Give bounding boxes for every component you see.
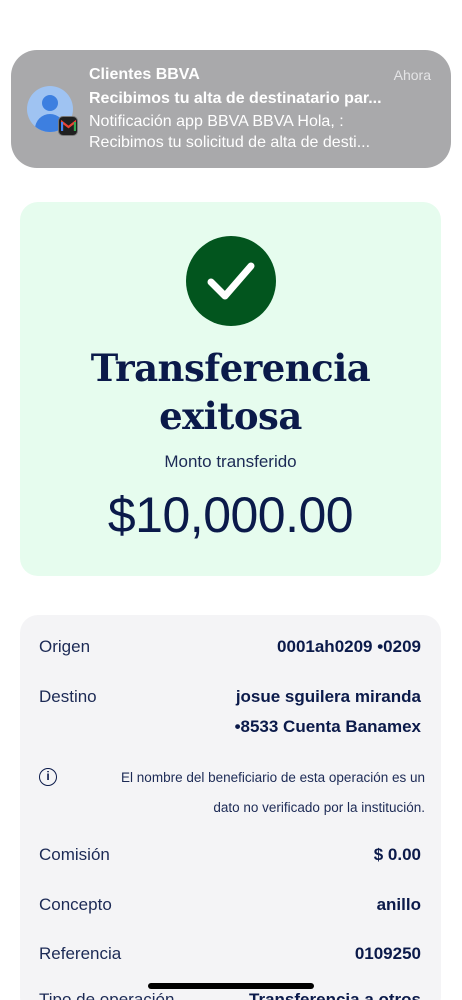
origin-value: 0001ah0209 •0209	[277, 637, 421, 656]
amount-label: Monto transferido	[164, 452, 297, 471]
notification-title: Recibimos tu alta de destinatario par...	[89, 90, 382, 107]
notification-app-name: Clientes BBVA	[89, 66, 200, 83]
destination-label: Destino	[39, 687, 97, 706]
success-card: Transferencia exitosa Monto transferido …	[20, 202, 441, 576]
operation-type-label: Tipo de operación	[39, 990, 175, 1000]
success-title-line: Transferencia	[90, 346, 371, 390]
beneficiary-disclaimer: El nombre del beneficiario de esta opera…	[80, 763, 425, 823]
commission-value: $ 0.00	[373, 845, 421, 864]
commission-label: Comisión	[39, 845, 110, 864]
info-icon: i	[39, 768, 57, 786]
checkmark-icon	[186, 236, 276, 326]
destination-value: josue sguilera miranda •8533 Cuenta Bana…	[235, 682, 421, 742]
destination-name: josue sguilera miranda	[235, 687, 421, 706]
concept-label: Concepto	[39, 895, 112, 914]
gmail-icon	[58, 116, 78, 136]
amount-value: $10,000.00	[107, 487, 354, 543]
disclaimer-line: El nombre del beneficiario de esta opera…	[121, 770, 425, 785]
operation-type-value: Transferencia a otros	[249, 990, 421, 1000]
home-indicator[interactable]	[148, 983, 314, 989]
notification-body-line: Recibimos tu solicitud de alta de desti.…	[89, 134, 371, 151]
reference-label: Referencia	[39, 944, 122, 963]
notification-banner[interactable]: Clientes BBVA Ahora Recibimos tu alta de…	[11, 50, 451, 168]
notification-time: Ahora	[393, 67, 431, 83]
destination-account: •8533 Cuenta Banamex	[234, 717, 421, 736]
success-title-line: exitosa	[159, 394, 302, 438]
concept-value: anillo	[376, 895, 421, 914]
reference-value: 0109250	[354, 944, 421, 963]
notification-body-line: Notificación app BBVA BBVA Hola, :	[89, 113, 344, 130]
disclaimer-line: dato no verificado por la institución.	[213, 800, 425, 815]
transfer-details-card: Origen 0001ah0209 •0209 Destino josue sg…	[20, 615, 441, 1000]
success-title: Transferencia exitosa	[20, 344, 441, 440]
origin-label: Origen	[39, 637, 91, 656]
notification-body: Notificación app BBVA BBVA Hola, : Recib…	[89, 111, 431, 153]
